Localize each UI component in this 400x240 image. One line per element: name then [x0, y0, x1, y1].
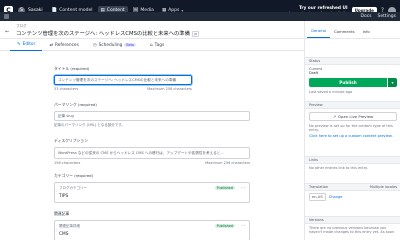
field-meta: 156 characters Maximum 256 characters — [54, 161, 250, 165]
section-header: Translation Multiple locales — [305, 183, 400, 191]
field-help: 記事のパーマリンク (URL) となる部分です。 — [54, 123, 125, 127]
sidebar-tabs: General Comments Info — [305, 21, 400, 39]
tab-label: Scheduling — [98, 42, 123, 48]
external-link-icon: ↗ — [332, 114, 337, 119]
status-badge: Published — [214, 186, 235, 190]
entry-tabs: ✎ Editor ⇄ References ◷ Scheduling Beta ⌂ Tag… — [0, 39, 304, 51]
reference-name: TIPS — [59, 194, 69, 199]
field-label: ディスクリプション — [54, 138, 88, 143]
versions-note: There are no previous versions because y… — [309, 226, 395, 234]
section-body: en-US Change — [305, 191, 400, 203]
sub-bar-links: Docs Settings — [360, 14, 396, 19]
field-category: カテゴリー (required) ⋮ ブログカテゴリー TIPS Publish… — [54, 173, 250, 203]
entry-title-text: コンテンツ管理を次のステージへ: ヘッドレスCMSの比較と未来への準備 — [16, 31, 190, 37]
entry-title: コンテンツ管理を次のステージへ: ヘッドレスCMSの比較と未来への準備 ja — [16, 29, 200, 37]
tab-references[interactable]: ⇄ References — [42, 39, 86, 51]
section-header: Preview — [305, 101, 400, 109]
section-title: Translation — [309, 185, 329, 189]
section-header: Versions — [305, 216, 400, 224]
environment-icon — [4, 14, 9, 19]
publish-button[interactable]: Publish — [309, 78, 387, 87]
current-status-value: Draft — [309, 71, 319, 75]
field-slug: パーマリンク (required) 記事 slug 記事のパーマリンク (URL… — [54, 102, 250, 128]
section-header: Links — [305, 156, 400, 164]
entry-header: ← ブログ コンテンツ管理を次のステージへ: ヘッドレスCMSの比較と未来への準… — [0, 21, 304, 39]
char-max: Maximum 256 characters — [147, 87, 192, 91]
title-input[interactable]: コンテンツ管理を次のステージへ: ヘッドレスCMSの比較と未来への準備 — [54, 75, 192, 85]
tab-label: Editor — [22, 42, 36, 47]
preview-setup-link[interactable]: Click here to set up a custom content pr… — [309, 134, 397, 138]
reference-card[interactable]: ⋮ 関連記事詳細 CMS Published ⋯ — [54, 220, 250, 240]
chevron-down-icon[interactable]: ▾ — [388, 78, 397, 87]
field-label: カテゴリー (required) — [54, 173, 94, 178]
field-meta: 33 characters Maximum 256 characters — [54, 87, 192, 91]
status-badge: Published — [214, 224, 235, 228]
last-saved: Last saved a minute ago — [309, 90, 353, 94]
reference-name: CMS — [59, 232, 69, 237]
translation-mode-select[interactable]: Multiple locales — [370, 185, 397, 189]
editor-icon: ✎ — [17, 42, 21, 47]
versions-section: Versions There are no previous versions … — [305, 216, 400, 236]
preview-section: Preview ↗ Open Live Preview No preview is… — [305, 101, 400, 140]
description-input-value: WordPress などの従来の CMS からヘッドレス CMS への移行は、ア… — [58, 150, 224, 155]
back-arrow-icon[interactable]: ← — [5, 29, 9, 35]
slug-input-value: 記事 slug — [58, 113, 74, 118]
docs-link[interactable]: Docs — [360, 14, 371, 19]
publish-group: Publish ▾ — [309, 78, 397, 87]
tab-scheduling[interactable]: ◷ Scheduling Beta — [86, 39, 143, 51]
char-max: Maximum 256 characters — [205, 161, 250, 165]
field-label: パーマリンク (required) — [54, 102, 97, 107]
sub-bar: Docs Settings — [0, 12, 400, 21]
char-count: 156 characters — [54, 161, 81, 165]
entry-sidebar: General Comments Info Status Current Dra… — [304, 21, 400, 240]
drag-handle-icon[interactable]: ⋮ — [54, 189, 58, 194]
section-header: Status — [305, 57, 400, 65]
tab-label: Tags — [154, 42, 165, 48]
section-body: There are no previous versions because y… — [305, 224, 400, 236]
links-section: Links No other entries link to this entr… — [305, 156, 400, 172]
field-label: タイトル (required) — [54, 66, 90, 71]
preview-note: No preview is set up for the content typ… — [309, 124, 393, 132]
reference-card[interactable]: ⋮ ブログカテゴリー TIPS Published ⋯ — [54, 182, 250, 203]
open-live-preview-button[interactable]: ↗ Open Live Preview — [309, 112, 397, 121]
links-note: No other entries link to this entry. — [309, 166, 368, 170]
translation-section: Translation Multiple locales en-US Chang… — [305, 183, 400, 203]
sidebar-tab-general[interactable]: General — [307, 28, 330, 38]
settings-link[interactable]: Settings — [378, 14, 396, 19]
slug-input[interactable]: 記事 slug — [54, 111, 250, 121]
status-section: Status Current Draft Publish ▾ Last save… — [305, 57, 400, 96]
field-related: 関連記事 ⋮ 関連記事詳細 CMS Published ⋯ — [54, 211, 250, 240]
tag-icon: ⌂ — [149, 42, 153, 48]
locale-tag: ja — [191, 31, 200, 37]
char-count: 33 characters — [54, 87, 79, 91]
more-actions-icon[interactable]: ⋯ — [241, 223, 245, 228]
beta-badge: Beta — [124, 43, 136, 47]
field-title: タイトル (required) コンテンツ管理を次のステージへ: ヘッドレスCM… — [54, 66, 192, 91]
tab-tags[interactable]: ⌂ Tags — [143, 39, 171, 51]
button-label: Open Live Preview — [338, 114, 374, 119]
more-actions-icon[interactable]: ⋯ — [241, 185, 245, 190]
section-body: ↗ Open Live Preview No preview is set up … — [305, 109, 400, 140]
tab-label: References — [54, 42, 79, 48]
drag-handle-icon[interactable]: ⋮ — [54, 227, 58, 232]
tab-editor[interactable]: ✎ Editor — [10, 39, 43, 51]
sidebar-tab-info[interactable]: Info — [359, 29, 374, 38]
references-icon: ⇄ — [49, 42, 53, 48]
description-input[interactable]: WordPress などの従来の CMS からヘッドレス CMS への移行は、ア… — [54, 147, 250, 159]
title-input-value: コンテンツ管理を次のステージへ: ヘッドレスCMSの比較と未来への準備 — [58, 77, 176, 82]
field-description: ディスクリプション WordPress などの従来の CMS からヘッドレス C… — [54, 138, 250, 165]
locale-badge: en-US — [309, 193, 326, 201]
sidebar-tab-comments[interactable]: Comments — [330, 29, 359, 38]
field-label: 関連記事 — [54, 211, 70, 216]
section-body: No other entries link to this entry. — [305, 164, 400, 172]
clock-icon: ◷ — [92, 42, 97, 48]
section-body: Current Draft Publish ▾ Last saved a min… — [305, 65, 400, 96]
change-locale-link[interactable]: Change — [329, 195, 343, 199]
